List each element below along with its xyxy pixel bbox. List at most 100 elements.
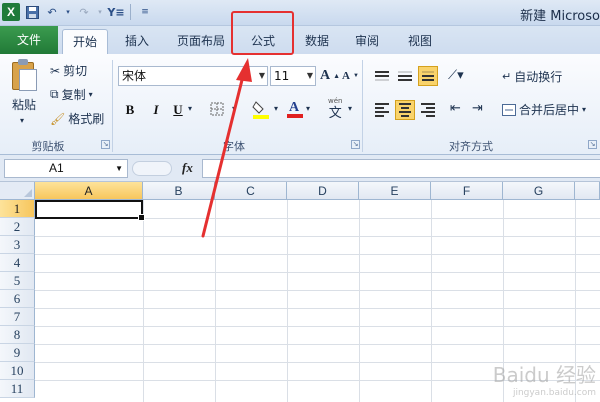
tab-page-layout[interactable]: 页面布局 — [168, 29, 234, 54]
undo-dropdown-icon[interactable]: ▾ — [64, 3, 72, 21]
formula-bar: A1 ▼ fx — [0, 155, 600, 182]
column-header-g[interactable]: G — [503, 182, 575, 200]
align-right-icon[interactable] — [418, 100, 438, 120]
column-header-a[interactable]: A — [35, 182, 143, 200]
format-painter-button[interactable]: 🖌 格式刷 — [50, 110, 104, 127]
alignment-launcher-icon[interactable]: ↘ — [588, 140, 597, 149]
paste-dropdown-icon[interactable]: ▾ — [20, 116, 24, 125]
row-header[interactable]: 8 — [0, 326, 35, 344]
column-header-e[interactable]: E — [359, 182, 431, 200]
redo-dropdown-icon[interactable]: ▾ — [96, 3, 104, 21]
italic-button[interactable]: I — [146, 100, 166, 120]
tab-home[interactable]: 开始 — [62, 29, 108, 54]
font-color-icon[interactable]: A — [286, 97, 304, 119]
save-icon[interactable] — [24, 3, 40, 21]
ribbon-home: 粘贴 ▾ ✂ 剪切 ⧉ 复制 ▾ 🖌 格式刷 剪贴板 ↘ 宋体 ▼ 11 ▼ A… — [0, 54, 600, 155]
row-header[interactable]: 2 — [0, 218, 35, 236]
row-header[interactable]: 3 — [0, 236, 35, 254]
row-header[interactable]: 7 — [0, 308, 35, 326]
align-center-icon[interactable] — [395, 100, 415, 120]
underline-dropdown-icon[interactable]: ▾ — [188, 104, 192, 113]
fill-color-icon[interactable] — [252, 99, 270, 119]
row-header[interactable]: 4 — [0, 254, 35, 272]
merge-center-button[interactable]: 合并后居中 ▾ — [502, 101, 586, 118]
row-header[interactable]: 10 — [0, 362, 35, 380]
bold-button[interactable]: B — [120, 100, 140, 120]
fill-color-dropdown-icon[interactable]: ▾ — [274, 104, 278, 113]
redo-icon[interactable]: ↷ — [76, 3, 92, 21]
cut-button[interactable]: ✂ 剪切 — [50, 62, 87, 79]
column-header-d[interactable]: D — [287, 182, 359, 200]
column-header-b[interactable]: B — [143, 182, 215, 200]
grid-line — [143, 200, 144, 402]
column-header-partial[interactable] — [575, 182, 600, 200]
grow-font-icon[interactable]: A ▲ — [320, 68, 340, 84]
font-color-dropdown-icon[interactable]: ▾ — [306, 104, 310, 113]
phonetic-guide-icon[interactable]: wén 文 — [328, 96, 342, 120]
name-box-value: A1 — [49, 161, 64, 175]
row-header[interactable]: 1 — [0, 200, 35, 218]
title-bar: X ↶ ▾ ↷ ▾ Y≡ ≡ 新建 Microso — [0, 0, 600, 26]
quick-access-toolbar: X ↶ ▾ ↷ ▾ Y≡ ≡ — [2, 3, 153, 21]
select-all-corner[interactable] — [0, 182, 35, 200]
underline-button[interactable]: U — [168, 100, 188, 120]
align-top-icon[interactable] — [372, 66, 392, 86]
grid-line — [359, 200, 360, 402]
merge-dropdown-icon[interactable]: ▾ — [582, 105, 586, 114]
grid-line — [431, 200, 432, 402]
row-header[interactable]: 9 — [0, 344, 35, 362]
copy-icon: ⧉ — [50, 87, 59, 101]
column-header-c[interactable]: C — [215, 182, 287, 200]
wrap-text-button[interactable]: ↵ 自动换行 — [502, 68, 562, 85]
column-header-f[interactable]: F — [431, 182, 503, 200]
align-middle-icon[interactable] — [395, 66, 415, 86]
chevron-down-icon[interactable]: ▼ — [115, 160, 123, 177]
row-header[interactable]: 5 — [0, 272, 35, 290]
align-bottom-icon[interactable] — [418, 66, 438, 86]
tab-insert[interactable]: 插入 — [114, 29, 160, 54]
font-name-combo[interactable]: 宋体 ▼ — [118, 66, 268, 86]
decrease-indent-icon[interactable]: ⇤ — [450, 101, 461, 116]
phonetic-dropdown-icon[interactable]: ▾ — [348, 104, 352, 113]
paste-button[interactable]: 粘贴 — [12, 96, 36, 113]
group-separator — [362, 60, 363, 152]
customize-qat-icon[interactable]: ≡ — [137, 3, 153, 21]
grid-line — [215, 200, 216, 402]
row-header[interactable]: 6 — [0, 290, 35, 308]
chevron-down-icon[interactable]: ▼ — [259, 67, 265, 85]
copy-dropdown-icon[interactable]: ▾ — [89, 90, 93, 99]
font-launcher-icon[interactable]: ↘ — [351, 140, 360, 149]
grid-line — [35, 344, 600, 345]
tab-view[interactable]: 视图 — [397, 29, 443, 54]
font-group-label: 字体 — [223, 140, 245, 153]
scissors-icon: ✂ — [50, 63, 61, 78]
active-cell-a1[interactable] — [35, 200, 145, 221]
tab-data[interactable]: 数据 — [294, 29, 340, 54]
copy-button[interactable]: ⧉ 复制 ▾ — [50, 86, 93, 103]
grid-line — [287, 200, 288, 402]
name-box[interactable]: A1 ▼ — [4, 159, 128, 178]
orientation-icon[interactable]: ⟋▾ — [448, 68, 464, 83]
shrink-font-icon[interactable]: A ▼ — [342, 70, 359, 82]
excel-logo-icon[interactable]: X — [2, 3, 20, 21]
formula-buttons-oval — [132, 161, 172, 176]
align-left-icon[interactable] — [372, 100, 392, 120]
tab-formulas[interactable]: 公式 — [240, 29, 286, 54]
clipboard-launcher-icon[interactable]: ↘ — [101, 140, 110, 149]
formula-input[interactable] — [202, 159, 600, 178]
insert-function-icon[interactable]: fx — [182, 160, 193, 176]
borders-dropdown-icon[interactable]: ▾ — [232, 104, 236, 113]
tab-file[interactable]: 文件 — [0, 26, 58, 54]
tab-review[interactable]: 审阅 — [344, 29, 390, 54]
filter-icon[interactable]: Y≡ — [107, 3, 124, 21]
group-separator — [112, 60, 113, 152]
undo-icon[interactable]: ↶ — [44, 3, 60, 21]
chevron-down-icon[interactable]: ▼ — [307, 67, 313, 85]
paste-icon[interactable] — [9, 59, 39, 93]
merge-cells-icon — [502, 103, 516, 116]
row-header[interactable]: 11 — [0, 380, 35, 398]
borders-icon[interactable] — [210, 102, 224, 116]
increase-indent-icon[interactable]: ⇥ — [472, 101, 483, 116]
font-size-value: 11 — [274, 69, 290, 83]
font-size-combo[interactable]: 11 ▼ — [270, 66, 316, 86]
